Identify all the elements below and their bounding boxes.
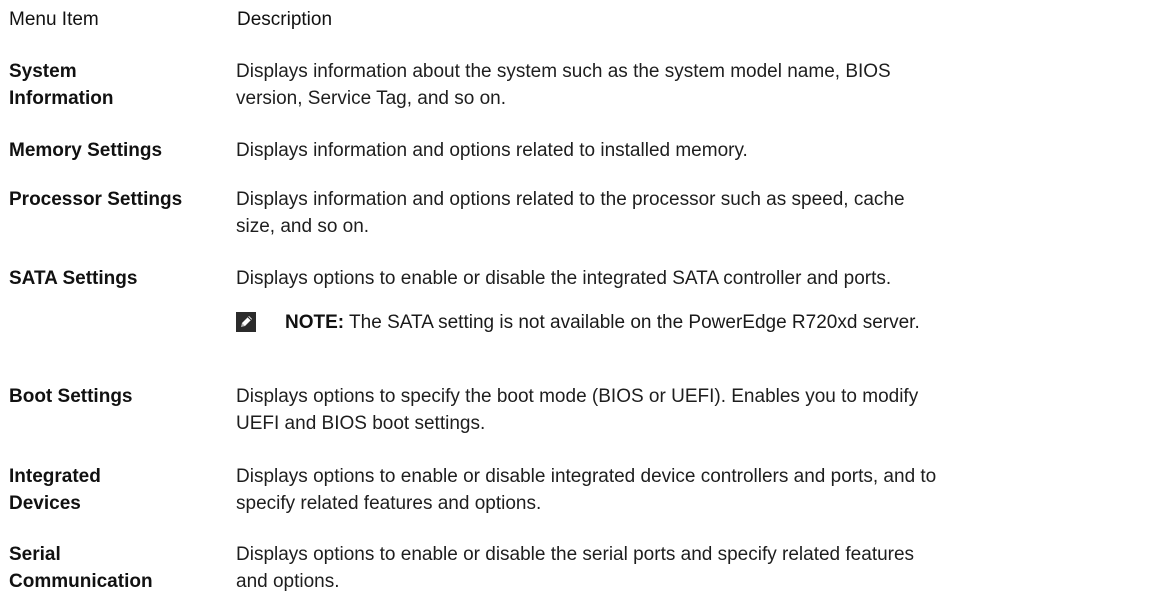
menu-item-description: Displays information about the system su… — [236, 58, 1151, 112]
menu-item-label-line: Processor Settings — [9, 189, 183, 210]
description-line: Displays information and options related… — [236, 189, 905, 210]
menu-item-label: Integrated Devices — [9, 463, 239, 517]
description-line: Displays information and options related… — [236, 140, 748, 161]
menu-item-label-line: SATA Settings — [9, 268, 138, 289]
note-callout: NOTE: The SATA setting is not available … — [236, 309, 1151, 339]
menu-item-label-line: Memory Settings — [9, 140, 163, 161]
menu-item-label: Processor Settings — [9, 186, 239, 213]
menu-item-label-line: Integrated — [9, 466, 101, 487]
menu-item-description: Displays information and options related… — [236, 137, 1151, 164]
note-text: NOTE: The SATA setting is not available … — [285, 309, 920, 336]
menu-item-label: Boot Settings — [9, 383, 239, 410]
description-line: Displays options to enable or disable in… — [236, 466, 937, 487]
description-line: and options. — [236, 571, 340, 592]
description-line: version, Service Tag, and so on. — [236, 88, 507, 109]
menu-item-label-line: System — [9, 61, 77, 82]
note-body: The SATA setting is not available on the… — [344, 312, 920, 333]
menu-item-label-line: Boot Settings — [9, 386, 133, 407]
pencil-icon — [236, 312, 256, 332]
description-line: size, and so on. — [236, 216, 370, 237]
menu-item-description: Displays information and options related… — [236, 186, 1151, 240]
menu-item-description: Displays options to specify the boot mod… — [236, 383, 1151, 437]
description-line: Displays options to enable or disable th… — [236, 544, 915, 565]
description-line: Displays information about the system su… — [236, 61, 891, 82]
menu-item-label: Serial Communication — [9, 541, 239, 595]
menu-item-label: SATA Settings — [9, 265, 239, 292]
menu-item-label: System Information — [9, 58, 239, 112]
menu-item-label-line: Information — [9, 88, 114, 109]
menu-item-label-line: Devices — [9, 493, 81, 514]
menu-item-description: Displays options to enable or disable th… — [236, 541, 1151, 595]
description-line: UEFI and BIOS boot settings. — [236, 413, 486, 434]
menu-item-label-line: Serial — [9, 544, 61, 565]
column-header-menu-item: Menu Item — [9, 9, 99, 30]
menu-item-label-line: Communication — [9, 571, 153, 592]
menu-item-description: Displays options to enable or disable th… — [236, 265, 1151, 292]
note-label: NOTE: — [285, 312, 345, 333]
description-line: Displays options to enable or disable th… — [236, 268, 892, 289]
menu-item-description: Displays options to enable or disable in… — [236, 463, 1151, 517]
column-header-description: Description — [237, 9, 333, 30]
menu-item-label: Memory Settings — [9, 137, 239, 164]
description-line: specify related features and options. — [236, 493, 542, 514]
description-line: Displays options to specify the boot mod… — [236, 386, 919, 407]
bios-menu-table: Menu Item Description System Information… — [0, 0, 1157, 599]
